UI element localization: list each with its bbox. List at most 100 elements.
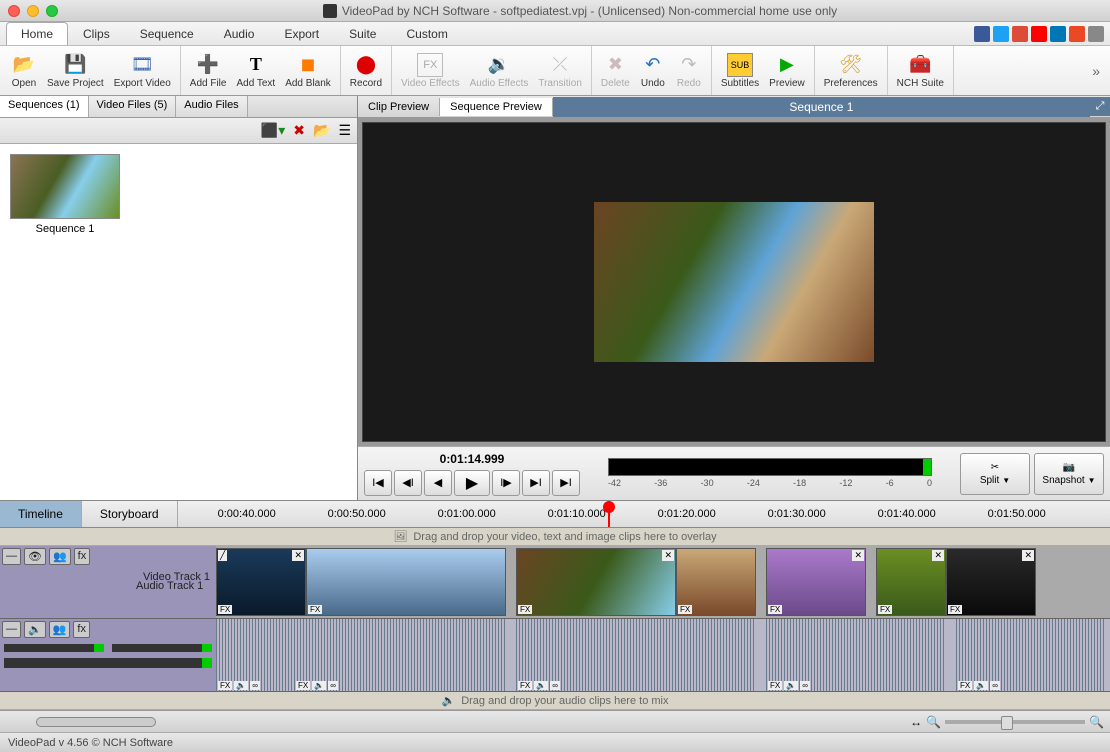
video-clip[interactable]: ✕ FX — [876, 548, 946, 616]
track-people-icon[interactable]: 👥 — [49, 621, 71, 638]
go-start-button[interactable]: I◀ — [364, 470, 392, 496]
tab-suite[interactable]: Suite — [334, 22, 391, 45]
video-clip[interactable]: ✕ FX — [516, 548, 676, 616]
clip-transition-icon[interactable]: ✕ — [292, 550, 304, 561]
clip-fx-icon[interactable]: FX — [518, 605, 532, 614]
clip-transition-icon[interactable]: ✕ — [1022, 550, 1034, 561]
track-fx-icon[interactable]: fx — [74, 548, 91, 565]
clip-fade-icon[interactable]: ╱ — [218, 550, 227, 561]
clip-transition-icon[interactable]: ✕ — [662, 550, 674, 561]
tab-export[interactable]: Export — [269, 22, 334, 45]
video-track-body[interactable]: ╱ ✕ FX FX ✕ FX FX ✕ FX ✕ FX ✕ FX — [216, 546, 1110, 618]
tab-sequences[interactable]: Sequences (1) — [0, 96, 89, 117]
go-end-button[interactable]: ▶I — [552, 470, 580, 496]
clip-fx-icon[interactable]: FX — [308, 605, 322, 614]
video-effects-button[interactable]: FXVideo Effects — [396, 46, 465, 95]
snapshot-button[interactable]: 📷Snapshot▼ — [1034, 453, 1104, 495]
video-clip[interactable]: FX — [676, 548, 756, 616]
nch-suite-button[interactable]: 🧰NCH Suite — [892, 46, 949, 95]
forward-button[interactable]: I▶ — [492, 470, 520, 496]
youtube-icon[interactable] — [1031, 26, 1047, 42]
add-blank-button[interactable]: ◼Add Blank — [280, 46, 336, 95]
preview-button[interactable]: ▶Preview — [764, 46, 810, 95]
audio-clip[interactable]: FX🔈∞ FX🔈∞ — [216, 619, 506, 691]
tab-storyboard[interactable]: Storyboard — [82, 501, 178, 527]
tab-sequence-preview[interactable]: Sequence Preview — [440, 98, 553, 116]
save-project-button[interactable]: 💾Save Project — [42, 46, 109, 95]
zoom-icon[interactable]: 🔍 — [926, 715, 941, 729]
track-fx-icon[interactable]: fx — [73, 621, 90, 638]
undo-button[interactable]: ↶Undo — [635, 46, 671, 95]
googleplus-icon[interactable] — [1012, 26, 1028, 42]
add-text-button[interactable]: TAdd Text — [231, 46, 280, 95]
playhead[interactable] — [608, 501, 610, 527]
minimize-icon[interactable] — [27, 5, 39, 17]
audio-drop-hint[interactable]: 🔈 Drag and drop your audio clips here to… — [0, 692, 1110, 710]
tab-clips[interactable]: Clips — [68, 22, 125, 45]
export-video-button[interactable]: 🎞Export Video — [109, 46, 176, 95]
tab-timeline[interactable]: Timeline — [0, 501, 82, 527]
record-button[interactable]: ⬤Record — [345, 46, 387, 95]
add-file-button[interactable]: ➕Add File — [185, 46, 232, 95]
track-collapse-icon[interactable]: — — [2, 548, 21, 565]
tab-sequence[interactable]: Sequence — [125, 22, 209, 45]
transition-button[interactable]: ⤫Transition — [533, 46, 587, 95]
timeline-scrollbar[interactable] — [36, 717, 156, 727]
zoom-in-icon[interactable]: 🔍 — [1089, 715, 1104, 729]
clip-fx-icon[interactable]: FX — [218, 605, 232, 614]
linkedin-icon[interactable] — [1050, 26, 1066, 42]
clip-fx-icon[interactable]: FX — [768, 605, 782, 614]
track-collapse-icon[interactable]: — — [2, 621, 21, 638]
bin-delete-icon[interactable]: ✖ — [293, 122, 305, 139]
clip-fx-icon[interactable]: FX — [948, 605, 962, 614]
clip-transition-icon[interactable]: ✕ — [932, 550, 944, 561]
redo-button[interactable]: ↷Redo — [671, 46, 707, 95]
tab-custom[interactable]: Custom — [391, 22, 462, 45]
stumbleupon-icon[interactable] — [1069, 26, 1085, 42]
settings-icon[interactable] — [1088, 26, 1104, 42]
audio-clip[interactable]: FX🔈∞ — [956, 619, 1106, 691]
bin-options-icon[interactable]: ⬛▾ — [261, 122, 285, 139]
sequence-item[interactable]: Sequence 1 — [10, 154, 120, 235]
rewind-button[interactable]: ◀ — [424, 470, 452, 496]
tab-home[interactable]: Home — [6, 22, 68, 45]
close-icon[interactable] — [8, 5, 20, 17]
video-clip[interactable]: ✕ FX — [766, 548, 866, 616]
video-clip[interactable]: FX — [306, 548, 506, 616]
tab-audio[interactable]: Audio — [209, 22, 270, 45]
audio-track-body[interactable]: FX🔈∞ FX🔈∞ FX🔈∞ FX🔈∞ FX🔈∞ — [216, 619, 1110, 691]
bin-list-icon[interactable]: ☰ — [338, 122, 351, 139]
split-button[interactable]: ✂Split▼ — [960, 453, 1030, 495]
audio-effects-button[interactable]: 🔉Audio Effects — [465, 46, 534, 95]
delete-button[interactable]: ✖Delete — [596, 46, 635, 95]
twitter-icon[interactable] — [993, 26, 1009, 42]
fit-icon[interactable]: ↔ — [910, 715, 922, 729]
bin-add-icon[interactable]: 📂 — [313, 122, 330, 139]
tab-audio-files[interactable]: Audio Files — [176, 96, 247, 117]
audio-clip[interactable]: FX🔈∞ — [516, 619, 756, 691]
ribbon-overflow-button[interactable]: » — [1084, 63, 1108, 79]
clip-transition-icon[interactable]: ✕ — [852, 550, 864, 561]
video-clip[interactable]: ╱ ✕ FX — [216, 548, 306, 616]
open-button[interactable]: 📂Open — [6, 46, 42, 95]
audio-clip[interactable]: FX🔈∞ — [766, 619, 946, 691]
prev-frame-button[interactable]: ◀I — [394, 470, 422, 496]
preferences-button[interactable]: 🛠Preferences — [819, 46, 883, 95]
track-visible-icon[interactable]: 👁 — [24, 548, 46, 565]
next-frame-button[interactable]: ▶I — [522, 470, 550, 496]
tab-video-files[interactable]: Video Files (5) — [89, 96, 177, 117]
popout-icon[interactable]: ⤢ — [1090, 97, 1110, 116]
video-clip[interactable]: ✕ FX — [946, 548, 1036, 616]
subtitles-button[interactable]: SUBSubtitles — [716, 46, 764, 95]
overlay-drop-hint[interactable]: 🖼 Drag and drop your video, text and ima… — [0, 528, 1110, 546]
timeline-ruler[interactable]: 0:00:40.000 0:00:50.000 0:01:00.000 0:01… — [178, 501, 1110, 527]
facebook-icon[interactable] — [974, 26, 990, 42]
zoom-slider[interactable] — [945, 720, 1085, 724]
tab-clip-preview[interactable]: Clip Preview — [358, 98, 440, 116]
maximize-icon[interactable] — [46, 5, 58, 17]
clip-fx-icon[interactable]: FX — [878, 605, 892, 614]
track-mute-icon[interactable]: 🔈 — [24, 621, 46, 638]
track-people-icon[interactable]: 👥 — [49, 548, 71, 565]
clip-fx-icon[interactable]: FX — [678, 605, 692, 614]
play-button[interactable]: ▶ — [454, 470, 490, 496]
